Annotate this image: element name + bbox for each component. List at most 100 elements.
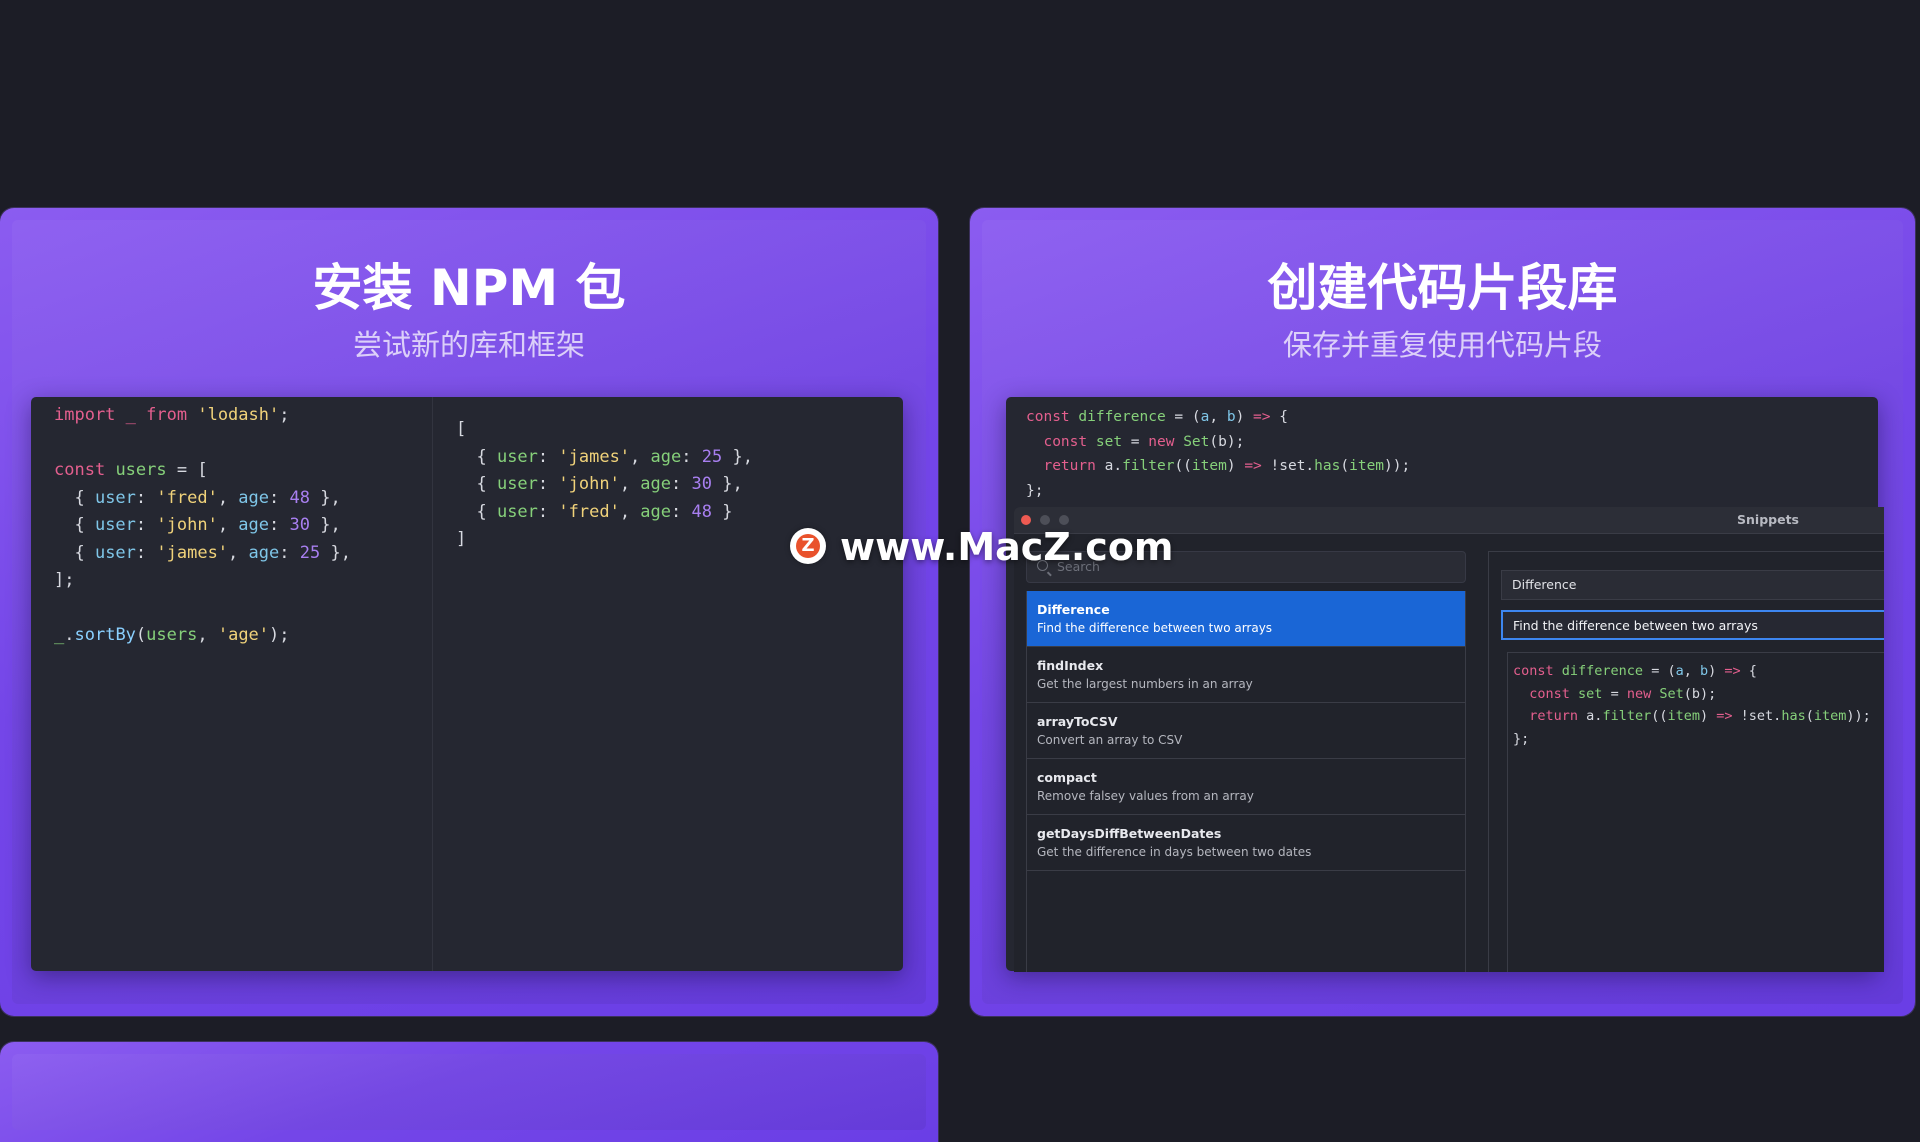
code-token: 25 [701, 446, 723, 467]
code-token: : [135, 542, 157, 563]
code-token: : [671, 501, 692, 522]
snippet-list-item[interactable]: getDaysDiffBetweenDates Get the differenc… [1027, 815, 1465, 871]
code-token: 25 [299, 542, 321, 563]
code-token: age [650, 446, 682, 467]
snippets-window: Snippets Search Difference Find the diffe… [1014, 507, 1884, 972]
snippet-item-name: getDaysDiffBetweenDates [1037, 826, 1222, 841]
code-token: b [1699, 663, 1709, 679]
code-token: user [496, 446, 538, 467]
code-token: 'age' [217, 625, 270, 645]
code-token: users [115, 460, 167, 480]
code-token: : [269, 487, 290, 508]
code-token: : [537, 474, 559, 494]
code-token: => [1724, 663, 1741, 679]
code-line: const difference = (a, b) => { [1026, 405, 1410, 430]
code-line: ] [456, 526, 753, 554]
code-line: _.sortBy(users, 'age'); [54, 622, 351, 650]
code-token: _ [115, 405, 147, 425]
snippet-name-value: Difference [1512, 577, 1577, 592]
snippet-source-code[interactable]: const difference = (a, b) => { const set… [1026, 405, 1410, 503]
macz-logo-icon: Z [790, 528, 826, 564]
card-inner [12, 1054, 926, 1130]
code-token: new [1148, 433, 1175, 450]
code-token: = [ [166, 460, 208, 480]
code-line: [ [456, 416, 753, 444]
code-token: age [640, 501, 672, 522]
code-line: const set = new Set(b); [1513, 683, 1871, 706]
snippet-list-item[interactable]: arrayToCSV Convert an array to CSV [1027, 703, 1465, 759]
code-token: { [456, 446, 497, 467]
code-token: 'james' [156, 542, 229, 563]
code-token: set [1095, 433, 1123, 450]
snippet-list-item[interactable]: findIndex Get the largest numbers in an a… [1027, 647, 1465, 703]
code-token: }, [309, 487, 341, 508]
snippet-list-item[interactable]: Difference Find the difference between tw… [1027, 591, 1465, 647]
snippets-window-title: Snippets [1737, 512, 1799, 527]
code-line: { user: 'james', age: 25 }, [54, 540, 350, 568]
code-token: import [54, 405, 116, 425]
code-token: user [94, 515, 136, 535]
close-window-button[interactable] [1021, 515, 1031, 525]
code-token: difference [1561, 663, 1644, 679]
snippet-code-area[interactable]: const difference = (a, b) => { const set… [1507, 652, 1884, 972]
code-line: { user: 'fred', age: 48 } [456, 499, 753, 527]
npm-source-code[interactable]: import _ from 'lodash'; const users = [ … [54, 402, 351, 650]
zoom-window-button[interactable] [1059, 515, 1069, 525]
code-token: 30 [691, 474, 712, 494]
code-token: ) [1235, 409, 1254, 425]
code-line: { user: 'james', age: 25 }, [456, 444, 753, 472]
code-token: item [1667, 708, 1700, 724]
code-token: !set. [1732, 708, 1782, 724]
code-token: item [1191, 458, 1227, 474]
code-token: [ [456, 419, 467, 439]
code-token: => [1253, 409, 1271, 425]
code-token: , [217, 487, 239, 508]
code-token: ); [269, 625, 290, 645]
snippet-name-field[interactable]: Difference [1501, 570, 1884, 600]
code-token: _ [54, 625, 65, 645]
code-token: => [1716, 708, 1733, 724]
code-token: 'john' [558, 474, 620, 494]
code-token: difference [1078, 409, 1166, 425]
code-token: has [1314, 458, 1341, 474]
code-token: } [711, 501, 733, 522]
snippet-detail-pane: Difference Find the difference between t… [1488, 551, 1884, 972]
code-token: { [1270, 409, 1288, 425]
code-token: new [1626, 685, 1652, 702]
code-line: }; [1513, 728, 1871, 751]
snippet-list-item[interactable]: compact Remove falsey values from an arra… [1027, 759, 1465, 815]
code-token: Set [1183, 433, 1210, 450]
code-token: return [1043, 458, 1096, 474]
code-token: ) [1700, 708, 1717, 724]
code-token: (( [1174, 458, 1192, 474]
code-token: const [1026, 409, 1070, 425]
code-token: 'john' [156, 515, 218, 535]
snippet-item-description: Convert an array to CSV [1037, 733, 1183, 747]
snippet-description-field[interactable]: Find the difference between two arrays [1501, 610, 1884, 640]
code-token: ]; [54, 570, 75, 590]
code-token: => [1244, 458, 1262, 474]
editor-split-divider[interactable] [432, 397, 433, 971]
code-token: , [197, 625, 218, 645]
code-token: (b); [1683, 685, 1717, 702]
code-token: }, [309, 515, 341, 535]
feature-card-partial [0, 1042, 938, 1142]
snippet-item-name: compact [1037, 770, 1097, 785]
code-token: }; [1513, 730, 1530, 747]
code-line: import _ from 'lodash'; [54, 402, 351, 430]
code-token: 'lodash' [197, 405, 280, 425]
npm-output-code: [ { user: 'james', age: 25 }, { user: 'j… [456, 416, 753, 554]
code-token: , [1683, 663, 1700, 679]
card-subtitle-npm: 尝试新的库和框架 [352, 328, 585, 362]
minimize-window-button[interactable] [1040, 515, 1050, 525]
code-token: ( [1340, 458, 1350, 474]
code-token: : [269, 515, 290, 535]
snippet-item-name: Difference [1037, 602, 1110, 617]
code-line: return a.filter((item) => !set.has(item)… [1026, 454, 1410, 479]
code-token: Set [1659, 685, 1684, 702]
code-token: }, [722, 446, 753, 467]
